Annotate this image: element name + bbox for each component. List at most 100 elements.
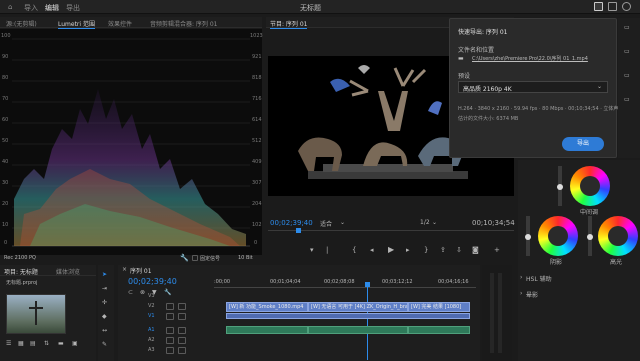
extract-icon[interactable]: ⇩ [456, 246, 462, 254]
camera-icon[interactable]: ◙ [472, 246, 479, 254]
midtones-wheel[interactable] [570, 166, 610, 206]
ripple-edit-icon[interactable]: ✢ [102, 299, 107, 306]
solo-icon[interactable] [178, 347, 186, 354]
scale-label: 921 [252, 54, 262, 60]
tab-edit[interactable]: 编辑 [45, 3, 59, 13]
timeline-playhead[interactable] [367, 282, 368, 360]
bit-depth-select[interactable]: 10 Bit [238, 255, 253, 261]
fit-select[interactable]: 适合 [320, 219, 332, 228]
track-select-icon[interactable]: ⇥ [102, 285, 107, 292]
audio-clip[interactable] [408, 326, 470, 334]
hsl-secondary-section[interactable]: HSL 辅助 [526, 274, 552, 283]
meter-channel-left [490, 273, 494, 353]
add-button-icon[interactable]: + [494, 246, 500, 254]
eye-icon[interactable] [178, 313, 186, 320]
shadows-wheel[interactable] [538, 216, 578, 256]
chevron-right-icon[interactable]: › [520, 274, 522, 281]
clip-thumbnail[interactable] [6, 294, 66, 334]
mute-icon[interactable] [166, 327, 174, 334]
slider-knob[interactable] [525, 234, 531, 240]
tab-export[interactable]: 导出 [66, 3, 80, 13]
tab-media-browser[interactable]: 媒体浏览 [56, 267, 80, 276]
slip-icon[interactable]: ↔ [102, 327, 107, 334]
export-button[interactable]: 导出 [562, 137, 604, 151]
playhead-marker[interactable] [365, 282, 370, 287]
mark-in-icon[interactable]: ▾ [310, 246, 314, 254]
slider-knob[interactable] [557, 184, 563, 190]
program-monitor-title[interactable]: 节目: 序列 01 [270, 19, 308, 29]
resolution-select[interactable]: 1/2 [420, 219, 430, 226]
snap-icon[interactable]: ⊂ [128, 289, 133, 296]
go-to-in-icon[interactable]: { [352, 246, 356, 254]
quick-export-icon[interactable] [594, 2, 603, 11]
video-clip[interactable]: [W] 完美 结果 [1080] [408, 302, 470, 312]
clamp-checkbox[interactable] [192, 255, 198, 261]
solo-icon[interactable] [178, 327, 186, 334]
track-a1-label[interactable]: A1 [148, 327, 155, 333]
tab-effect-controls[interactable]: 效果控件 [108, 19, 132, 28]
program-timecode[interactable]: 00;02;39;40 [270, 219, 313, 227]
sequence-tab[interactable]: 序列 01 [130, 266, 152, 275]
fullscreen-icon[interactable] [622, 2, 631, 11]
panel-icon[interactable]: ▭ [624, 72, 630, 79]
video-clip-v1[interactable] [226, 313, 470, 319]
lock-track-icon[interactable] [166, 303, 174, 310]
midtones-label: 中间调 [580, 209, 599, 216]
wrench-icon[interactable]: 🔧 [180, 254, 189, 262]
folder-icon[interactable]: ▬ [458, 55, 464, 62]
scale-label: 70 [2, 96, 9, 102]
track-v1-label[interactable]: V1 [148, 313, 155, 319]
sort-icon[interactable]: ⇅ [44, 340, 49, 347]
chevron-right-icon[interactable]: › [520, 290, 522, 297]
go-to-out-icon[interactable]: } [424, 246, 428, 254]
tab-import[interactable]: 导入 [24, 3, 38, 13]
chevron-down-icon[interactable]: ⌄ [432, 219, 437, 226]
project-file-item[interactable]: 无标题.prproj [6, 279, 37, 286]
audio-clip[interactable] [226, 326, 308, 334]
lift-icon[interactable]: ⇪ [440, 246, 446, 254]
step-back-icon[interactable]: ◂ [370, 246, 374, 254]
audio-clip[interactable] [308, 326, 408, 334]
video-clip[interactable]: [W] 无语言 可用于 [4K] ZK_Origin_H_bra [308, 302, 408, 312]
file-path-link[interactable]: C:\Users\zhe\Premiere Pro\22.0\序列 01_1.m… [472, 55, 588, 62]
workspace-icon[interactable] [608, 2, 617, 11]
solo-icon[interactable] [178, 337, 186, 344]
preset-select[interactable]: 高品质 2160p 4K ⌄ [458, 81, 608, 93]
highlights-wheel[interactable] [598, 216, 638, 256]
linked-icon[interactable]: ⊗ [140, 289, 145, 296]
panel-icon[interactable]: ▭ [624, 96, 630, 103]
folder-icon[interactable]: ▬ [58, 340, 64, 347]
play-icon[interactable]: ▶ [388, 245, 394, 254]
tab-source[interactable]: 源:(无剪辑) [6, 19, 37, 28]
list-view-icon[interactable]: ☰ [6, 340, 11, 347]
pen-icon[interactable]: ✎ [102, 341, 107, 348]
panel-icon[interactable]: ▭ [624, 48, 630, 55]
lock-track-icon[interactable] [166, 313, 174, 320]
panel-icon[interactable]: ▭ [624, 24, 630, 31]
playhead-ruler[interactable] [268, 230, 514, 231]
playhead-marker[interactable] [296, 228, 301, 233]
wrench-icon[interactable]: 🔧 [164, 289, 171, 296]
new-item-icon[interactable]: ▣ [72, 340, 78, 347]
mark-out-icon[interactable]: | [326, 246, 328, 254]
step-forward-icon[interactable]: ▸ [406, 246, 410, 254]
mute-icon[interactable] [166, 347, 174, 354]
scale-label: 307 [252, 180, 262, 186]
close-icon[interactable]: × [122, 266, 127, 273]
video-clip[interactable]: [W] 新 功能_Smoke_1080.mp4 [226, 302, 308, 312]
eye-icon[interactable] [178, 303, 186, 310]
scale-label: 30 [2, 180, 9, 186]
mute-icon[interactable] [166, 337, 174, 344]
icon-view-icon[interactable]: ▦ [18, 340, 24, 347]
timeline-ruler[interactable] [214, 287, 476, 288]
chevron-down-icon[interactable]: ⌄ [340, 219, 345, 226]
vignette-section[interactable]: 晕影 [526, 290, 538, 299]
timeline-timecode[interactable]: 00;02;39;40 [128, 277, 177, 286]
razor-icon[interactable]: ◆ [102, 313, 107, 320]
selection-tool-icon[interactable]: ➤ [102, 271, 107, 278]
tab-lumetri-scopes[interactable]: Lumetri 范围 [58, 19, 95, 29]
home-icon[interactable]: ⌂ [8, 3, 12, 11]
slider-knob[interactable] [587, 234, 593, 240]
freeform-view-icon[interactable]: ▤ [30, 340, 36, 347]
tab-audio-mixer[interactable]: 音频剪辑混合器: 序列 01 [150, 19, 217, 28]
